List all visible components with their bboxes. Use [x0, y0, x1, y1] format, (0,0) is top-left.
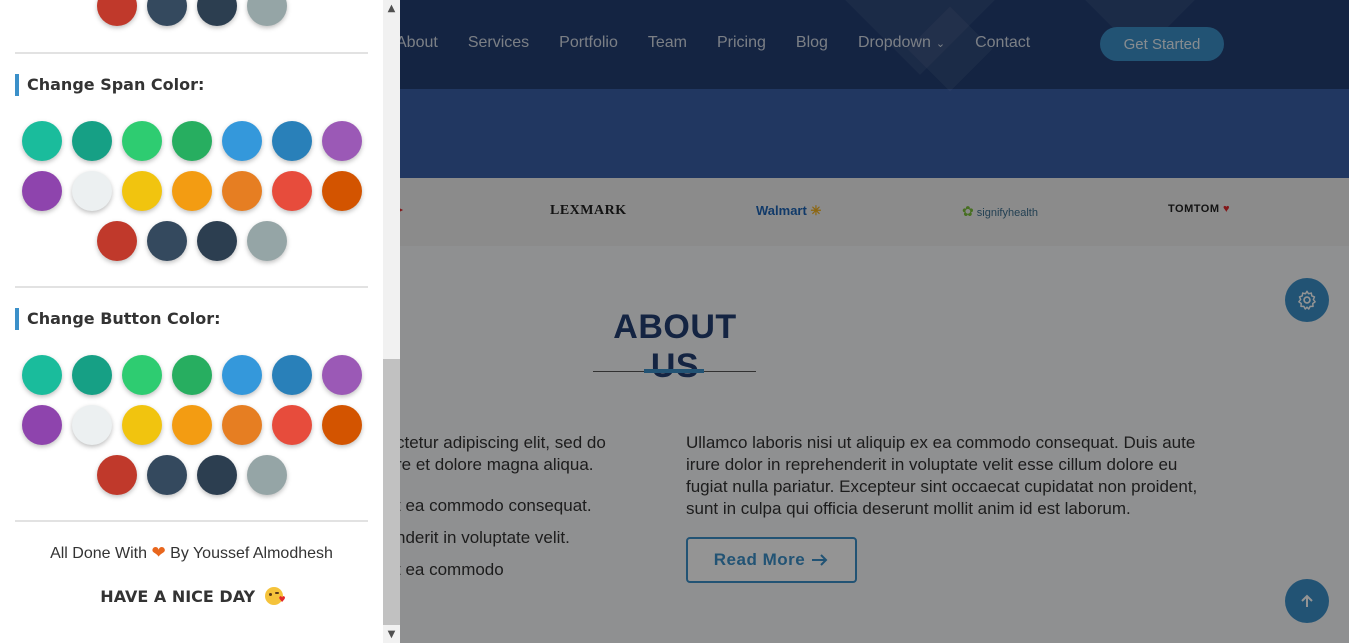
button-color-swatch[interactable]	[72, 355, 112, 395]
span-color-swatch[interactable]	[22, 171, 62, 211]
color-swatch[interactable]	[247, 0, 287, 26]
button-color-swatch[interactable]	[97, 455, 137, 495]
color-swatch[interactable]	[97, 0, 137, 26]
credits-prefix: All Done With	[50, 545, 147, 562]
span-color-swatch[interactable]	[72, 171, 112, 211]
span-color-swatch[interactable]	[322, 171, 362, 211]
kissing-face-icon: ♥	[264, 587, 286, 605]
farewell-message: HAVE A NICE DAY ♥	[0, 587, 383, 606]
page-overlay[interactable]	[383, 0, 1349, 643]
button-color-swatch[interactable]	[222, 405, 262, 445]
span-color-swatch[interactable]	[72, 121, 112, 161]
farewell-text: HAVE A NICE DAY	[100, 587, 256, 606]
button-color-swatch[interactable]	[172, 355, 212, 395]
span-color-swatch[interactable]	[122, 121, 162, 161]
span-color-swatch[interactable]	[272, 171, 312, 211]
color-swatch[interactable]	[147, 0, 187, 26]
span-color-swatch[interactable]	[147, 221, 187, 261]
span-color-swatch[interactable]	[272, 121, 312, 161]
section-heading-button-color: Change Button Color:	[15, 308, 221, 330]
heart-icon: ❤	[151, 543, 166, 562]
button-color-swatch[interactable]	[22, 405, 62, 445]
button-color-swatch[interactable]	[122, 405, 162, 445]
span-color-swatch[interactable]	[247, 221, 287, 261]
settings-panel: Change Span Color: Change Button Color: …	[0, 0, 383, 643]
button-color-swatch[interactable]	[122, 355, 162, 395]
span-color-swatch[interactable]	[197, 221, 237, 261]
span-color-swatch[interactable]	[222, 171, 262, 211]
color-swatch[interactable]	[197, 0, 237, 26]
scrollbar-thumb[interactable]	[383, 359, 400, 625]
span-color-swatch[interactable]	[172, 121, 212, 161]
button-color-swatch[interactable]	[322, 355, 362, 395]
span-color-swatch[interactable]	[172, 171, 212, 211]
button-color-swatch[interactable]	[272, 355, 312, 395]
panel-scrollbar[interactable]: ▲ ▼	[383, 0, 400, 643]
scroll-down-arrow-icon[interactable]: ▼	[383, 626, 400, 643]
credits-line: All Done With ❤ By Youssef Almodhesh	[0, 543, 383, 563]
credits-author: By Youssef Almodhesh	[170, 545, 333, 562]
divider	[15, 520, 368, 522]
button-color-swatch[interactable]	[322, 405, 362, 445]
span-color-swatch[interactable]	[122, 171, 162, 211]
button-color-swatch[interactable]	[247, 455, 287, 495]
button-color-swatch[interactable]	[147, 455, 187, 495]
button-color-swatch[interactable]	[197, 455, 237, 495]
button-color-swatch[interactable]	[172, 405, 212, 445]
span-color-swatch[interactable]	[222, 121, 262, 161]
span-color-swatch[interactable]	[322, 121, 362, 161]
divider	[15, 52, 368, 54]
scroll-up-arrow-icon[interactable]: ▲	[383, 0, 400, 17]
span-color-swatch[interactable]	[22, 121, 62, 161]
button-color-swatch[interactable]	[272, 405, 312, 445]
section-heading-span-color: Change Span Color:	[15, 74, 204, 96]
divider	[15, 286, 368, 288]
button-color-swatch[interactable]	[22, 355, 62, 395]
button-color-swatch[interactable]	[222, 355, 262, 395]
span-color-swatch[interactable]	[97, 221, 137, 261]
button-color-swatch[interactable]	[72, 405, 112, 445]
